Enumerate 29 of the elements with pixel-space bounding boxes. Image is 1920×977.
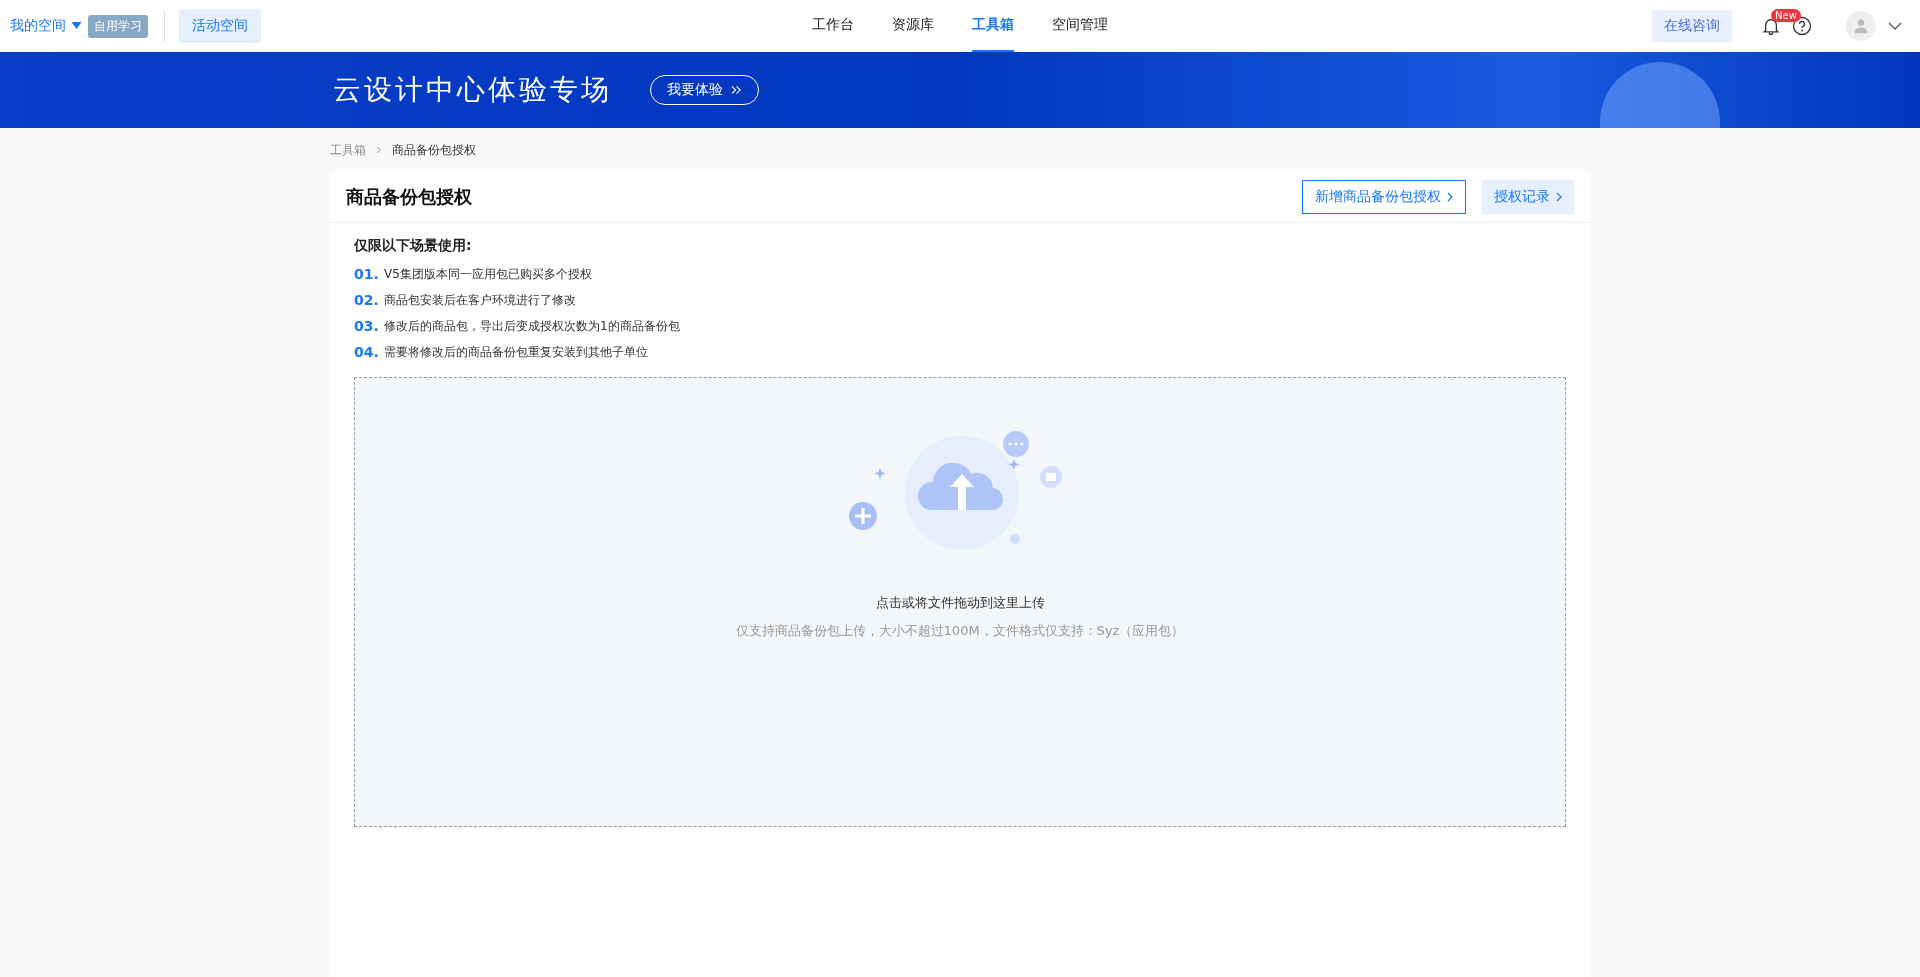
online-consult-button[interactable]: 在线咨询 [1652, 10, 1732, 42]
upload-dropzone[interactable]: 点击或将文件拖动到这里上传 仅支持商品备份包上传，大小不超过100M，文件格式仅支持：Syz（应用包） [354, 377, 1566, 827]
bell-icon[interactable] [1762, 17, 1780, 35]
nav-tab[interactable]: 工作台 [812, 0, 854, 52]
condition-text: V5集团版本同一应用包已购买多个授权 [384, 265, 592, 283]
caret-icon [71, 22, 82, 30]
condition-text: 商品包安装后在客户环境进行了修改 [384, 291, 576, 309]
space-switcher[interactable]: 我的空间 [10, 17, 82, 35]
activity-space-button[interactable]: 活动空间 [179, 9, 261, 43]
breadcrumb-separator-icon [376, 146, 382, 154]
banner-title: 云设计中心体验专场 [333, 72, 612, 108]
action-button[interactable]: 新增商品备份包授权 [1302, 180, 1466, 214]
chevron-right-icon [1447, 192, 1453, 202]
double-chevron-right-icon [731, 85, 742, 95]
breadcrumb-item: 商品备份包授权 [392, 141, 476, 159]
breadcrumb-item[interactable]: 工具箱 [330, 141, 366, 159]
nav-tab[interactable]: 资源库 [892, 0, 934, 52]
notice-heading: 仅限以下场景使用: [354, 237, 473, 255]
action-button[interactable]: 授权记录 [1482, 180, 1574, 214]
nav-tab[interactable]: 空间管理 [1052, 0, 1108, 52]
page-title: 商品备份包授权 [346, 185, 472, 209]
chevron-down-icon[interactable] [1888, 22, 1902, 30]
condition-text: 需要将修改后的商品备份包重复安装到其他子单位 [384, 343, 648, 361]
chevron-right-icon [1556, 192, 1562, 202]
space-tag: 自用学习 [88, 14, 148, 38]
condition-text: 修改后的商品包，导出后变成授权次数为1的商品备份包 [384, 317, 680, 335]
new-badge: New [1771, 9, 1801, 22]
upload-hint: 仅支持商品备份包上传，大小不超过100M，文件格式仅支持：Syz（应用包） [735, 622, 1185, 640]
upload-prompt: 点击或将文件拖动到这里上传 [875, 594, 1045, 612]
